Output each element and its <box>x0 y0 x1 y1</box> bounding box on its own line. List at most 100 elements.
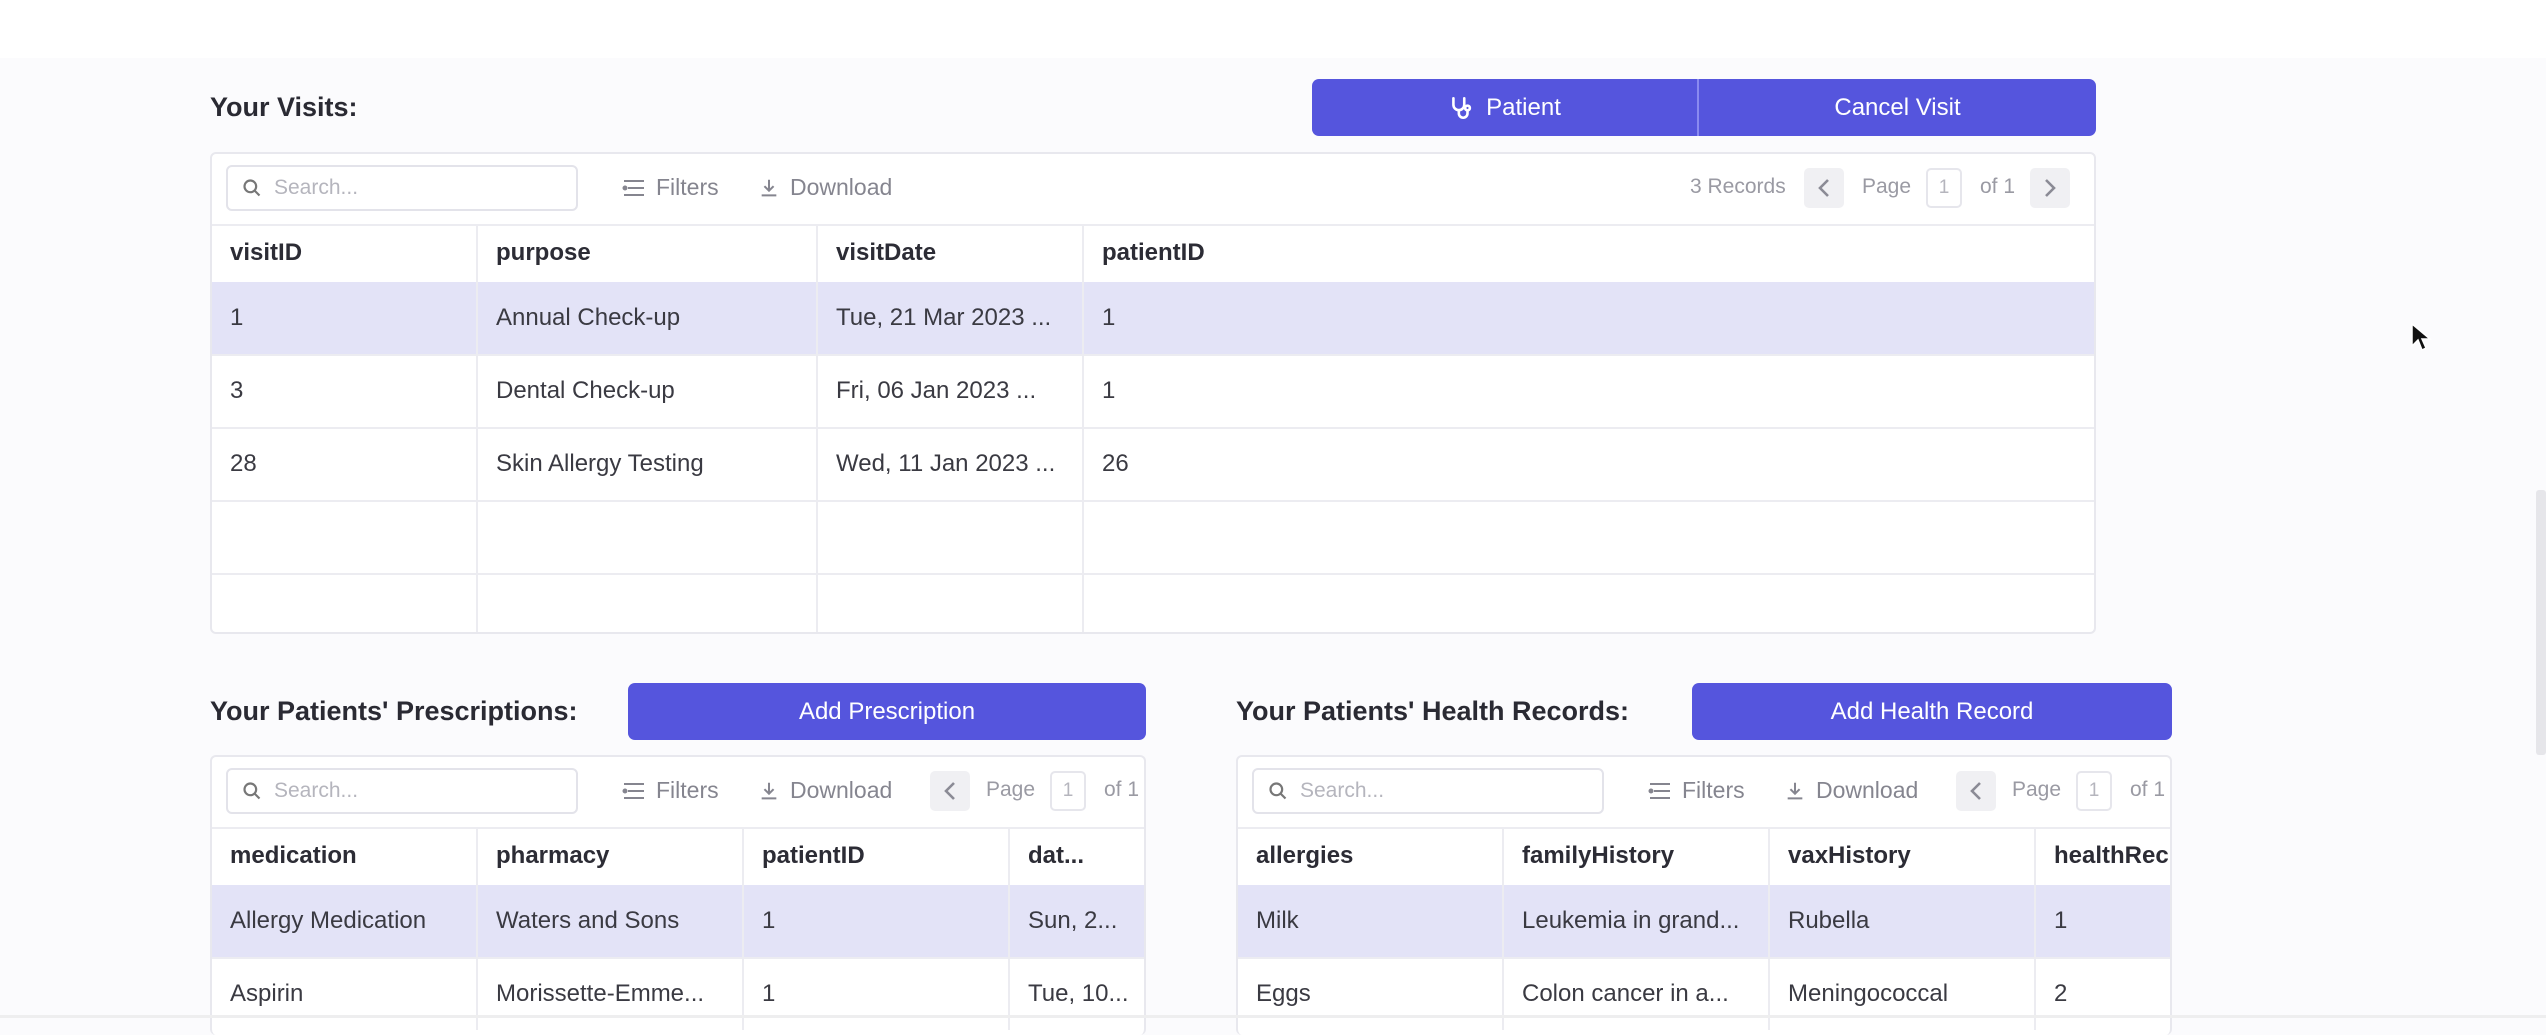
visits-page-label: Page <box>1862 175 1912 198</box>
table-cell: Skin Allergy Testing <box>478 428 818 500</box>
patient-button[interactable]: Patient <box>1312 79 1698 136</box>
table-row[interactable]: Milk Leukemia in grand... Rubella 1 <box>1238 885 2170 959</box>
filters-icon <box>1648 782 1670 799</box>
column-header[interactable]: healthRec <box>2036 827 2170 885</box>
add-health-record-button[interactable]: Add Health Record <box>1692 683 2172 740</box>
health-records-search-input[interactable] <box>1298 778 1592 804</box>
prescriptions-download-label: Download <box>790 777 893 803</box>
chevron-left-icon <box>1970 782 1981 800</box>
table-cell: Fri, 06 Jan 2023 ... <box>818 355 1084 427</box>
table-cell: 1 <box>744 885 1010 957</box>
table-cell: Annual Check-up <box>478 282 818 354</box>
visits-filters-button[interactable]: Filters <box>622 174 719 201</box>
page-scrollbar[interactable] <box>2536 490 2546 755</box>
health-records-header-row: allergies familyHistory vaxHistory healt… <box>1238 827 2170 887</box>
table-cell: Milk <box>1238 885 1504 957</box>
health-records-filters-label: Filters <box>1682 777 1745 803</box>
empty-row <box>212 501 2094 575</box>
visits-header-row: visitID purpose visitDate patientID <box>212 224 2094 284</box>
filters-icon <box>622 782 644 799</box>
visits-next-page-button[interactable] <box>2030 168 2070 208</box>
column-header[interactable]: visitDate <box>818 224 1084 282</box>
table-cell: 1 <box>2054 907 2068 934</box>
prescriptions-prev-page-button[interactable] <box>930 771 970 811</box>
search-icon <box>243 179 261 197</box>
visits-download-button[interactable]: Download <box>758 174 892 201</box>
table-cell: Rubella <box>1770 885 2036 957</box>
table-row[interactable]: 28 Skin Allergy Testing Wed, 11 Jan 2023… <box>212 428 2094 502</box>
visits-page-input[interactable]: 1 <box>1926 168 1962 208</box>
table-cell: Wed, 11 Jan 2023 ... <box>818 428 1084 500</box>
table-cell: 1 <box>1102 304 1116 331</box>
visits-search[interactable] <box>226 165 578 211</box>
visits-download-label: Download <box>790 174 893 200</box>
table-cell: Colon cancer in a... <box>1504 958 1770 1030</box>
column-header[interactable]: vaxHistory <box>1770 827 2036 885</box>
prescriptions-header-row: medication pharmacy patientID dat... <box>212 827 1144 887</box>
prescriptions-page-label: Page <box>986 778 1036 801</box>
column-header[interactable]: patientID <box>1084 224 2094 282</box>
table-row[interactable]: 3 Dental Check-up Fri, 06 Jan 2023 ... 1 <box>212 355 2094 429</box>
table-cell: 1 <box>744 958 1010 1030</box>
prescriptions-filters-button[interactable]: Filters <box>622 777 719 804</box>
table-cell: Leukemia in grand... <box>1504 885 1770 957</box>
prescriptions-title: Your Patients' Prescriptions: <box>210 696 578 726</box>
table-row[interactable]: Aspirin Morissette-Emme... 1 Tue, 10... <box>212 958 1144 1030</box>
add-prescription-button[interactable]: Add Prescription <box>628 683 1146 740</box>
health-records-table: Filters Download Page 1 of 1 allergies f… <box>1236 755 2172 1035</box>
search-icon <box>1269 782 1287 800</box>
visits-action-group: Patient Cancel Visit <box>1312 79 2096 136</box>
table-cell: Allergy Medication <box>212 885 478 957</box>
visits-table: Filters Download 3 Records Page 1 of 1 v… <box>210 152 2096 634</box>
download-icon <box>1787 782 1803 799</box>
cancel-visit-button[interactable]: Cancel Visit <box>1697 79 2096 136</box>
empty-cell <box>478 501 818 573</box>
health-records-page-label: Page <box>2012 778 2062 801</box>
prescriptions-search-input[interactable] <box>272 778 566 804</box>
prescriptions-download-button[interactable]: Download <box>758 777 892 804</box>
visits-search-input[interactable] <box>272 175 566 201</box>
table-row[interactable]: 1 Annual Check-up Tue, 21 Mar 2023 ... 1 <box>212 282 2094 356</box>
health-records-toolbar: Filters Download Page 1 of 1 <box>1238 757 2170 829</box>
empty-cell <box>818 501 1084 573</box>
health-records-prev-page-button[interactable] <box>1956 771 1996 811</box>
chevron-left-icon <box>944 782 955 800</box>
column-header[interactable]: pharmacy <box>478 827 744 885</box>
column-header[interactable]: visitID <box>212 224 478 282</box>
visits-toolbar: Filters Download 3 Records Page 1 of 1 <box>212 154 2094 226</box>
table-cell: Dental Check-up <box>478 355 818 427</box>
chevron-left-icon <box>1818 179 1829 197</box>
table-cell: 1 <box>212 282 478 354</box>
empty-row <box>212 574 2094 632</box>
column-header[interactable]: familyHistory <box>1504 827 1770 885</box>
prescriptions-search[interactable] <box>226 768 578 814</box>
table-cell: 28 <box>212 428 478 500</box>
search-icon <box>243 782 261 800</box>
column-header[interactable]: dat... <box>1010 827 1144 885</box>
health-records-search[interactable] <box>1252 768 1604 814</box>
health-records-filters-button[interactable]: Filters <box>1648 777 1745 804</box>
visits-prev-page-button[interactable] <box>1804 168 1844 208</box>
column-header[interactable]: patientID <box>744 827 1010 885</box>
table-row[interactable]: Allergy Medication Waters and Sons 1 Sun… <box>212 885 1144 959</box>
table-row[interactable]: Eggs Colon cancer in a... Meningococcal … <box>1238 958 2170 1030</box>
table-cell: 3 <box>212 355 478 427</box>
health-records-download-label: Download <box>1816 777 1919 803</box>
column-header[interactable]: purpose <box>478 224 818 282</box>
table-cell: 1 <box>1102 377 1116 404</box>
table-cell: Tue, 10... <box>1028 980 1129 1007</box>
table-cell: Meningococcal <box>1770 958 2036 1030</box>
download-icon <box>761 179 777 196</box>
table-cell: Sun, 2... <box>1028 907 1118 934</box>
health-records-download-button[interactable]: Download <box>1784 777 1918 804</box>
table-cell: Aspirin <box>212 958 478 1030</box>
mouse-cursor-icon <box>2411 322 2432 352</box>
column-header[interactable]: allergies <box>1238 827 1504 885</box>
health-records-page-input[interactable]: 1 <box>2076 771 2112 811</box>
visits-page-of: of 1 <box>1980 175 2016 198</box>
column-header[interactable]: medication <box>212 827 478 885</box>
visits-title: Your Visits: <box>210 92 358 122</box>
stethoscope-icon <box>1452 96 1472 119</box>
prescriptions-page-input[interactable]: 1 <box>1050 771 1086 811</box>
visits-record-count: 3 Records <box>1690 175 1786 198</box>
